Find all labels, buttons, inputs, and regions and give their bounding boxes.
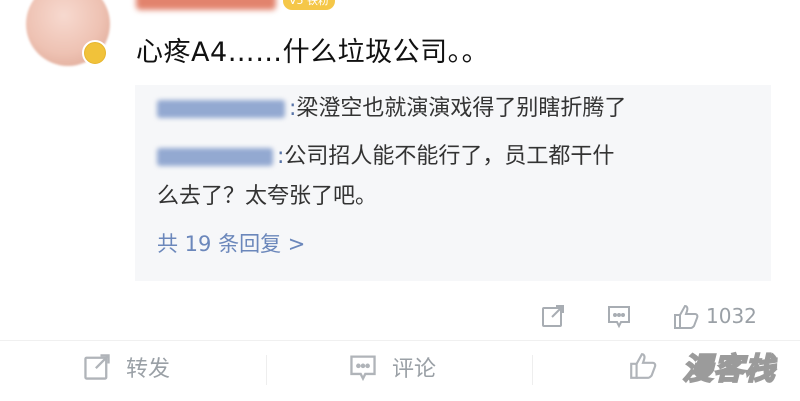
share-icon[interactable] xyxy=(540,303,566,329)
like-button[interactable] xyxy=(628,351,672,381)
repost-icon xyxy=(84,354,110,380)
verified-badge-icon xyxy=(82,40,108,66)
footer-divider xyxy=(532,355,533,385)
like-icon[interactable] xyxy=(672,303,699,329)
reply-item[interactable]: :公司招人能不能行了，员工都干什么去了？太夸张了吧。 xyxy=(157,137,627,217)
like-icon xyxy=(630,353,657,379)
reply-item[interactable]: :梁澄空也就演演戏得了别瞎折腾了 xyxy=(157,89,626,129)
comment-icon xyxy=(350,355,376,382)
more-replies-link[interactable]: 共 19 条回复 > xyxy=(157,228,305,258)
comment-icon[interactable] xyxy=(606,303,632,329)
comment-button[interactable]: 评论 xyxy=(348,351,436,383)
reply-box[interactable]: :梁澄空也就演演戏得了别瞎折腾了 :公司招人能不能行了，员工都干什么去了？太夸张… xyxy=(135,85,771,281)
watermark-logo: 漫客栈 xyxy=(682,351,776,388)
reply-text: 梁澄空也就演演戏得了别瞎折腾了 xyxy=(296,96,627,121)
repost-label: 转发 xyxy=(126,357,171,382)
comment-actions: 1032 xyxy=(540,300,780,332)
repost-button[interactable]: 转发 xyxy=(82,351,170,383)
like-count: 1032 xyxy=(706,304,757,328)
comment-label: 评论 xyxy=(392,357,437,382)
comment-text: 心疼A4……什么垃圾公司。。 xyxy=(136,37,490,68)
username-blurred[interactable] xyxy=(136,0,276,10)
reply-author-blurred[interactable] xyxy=(157,100,285,118)
footer-divider xyxy=(266,355,267,385)
fan-level-badge: V5 铁粉 xyxy=(283,0,336,10)
reply-author-blurred[interactable] xyxy=(157,148,273,166)
